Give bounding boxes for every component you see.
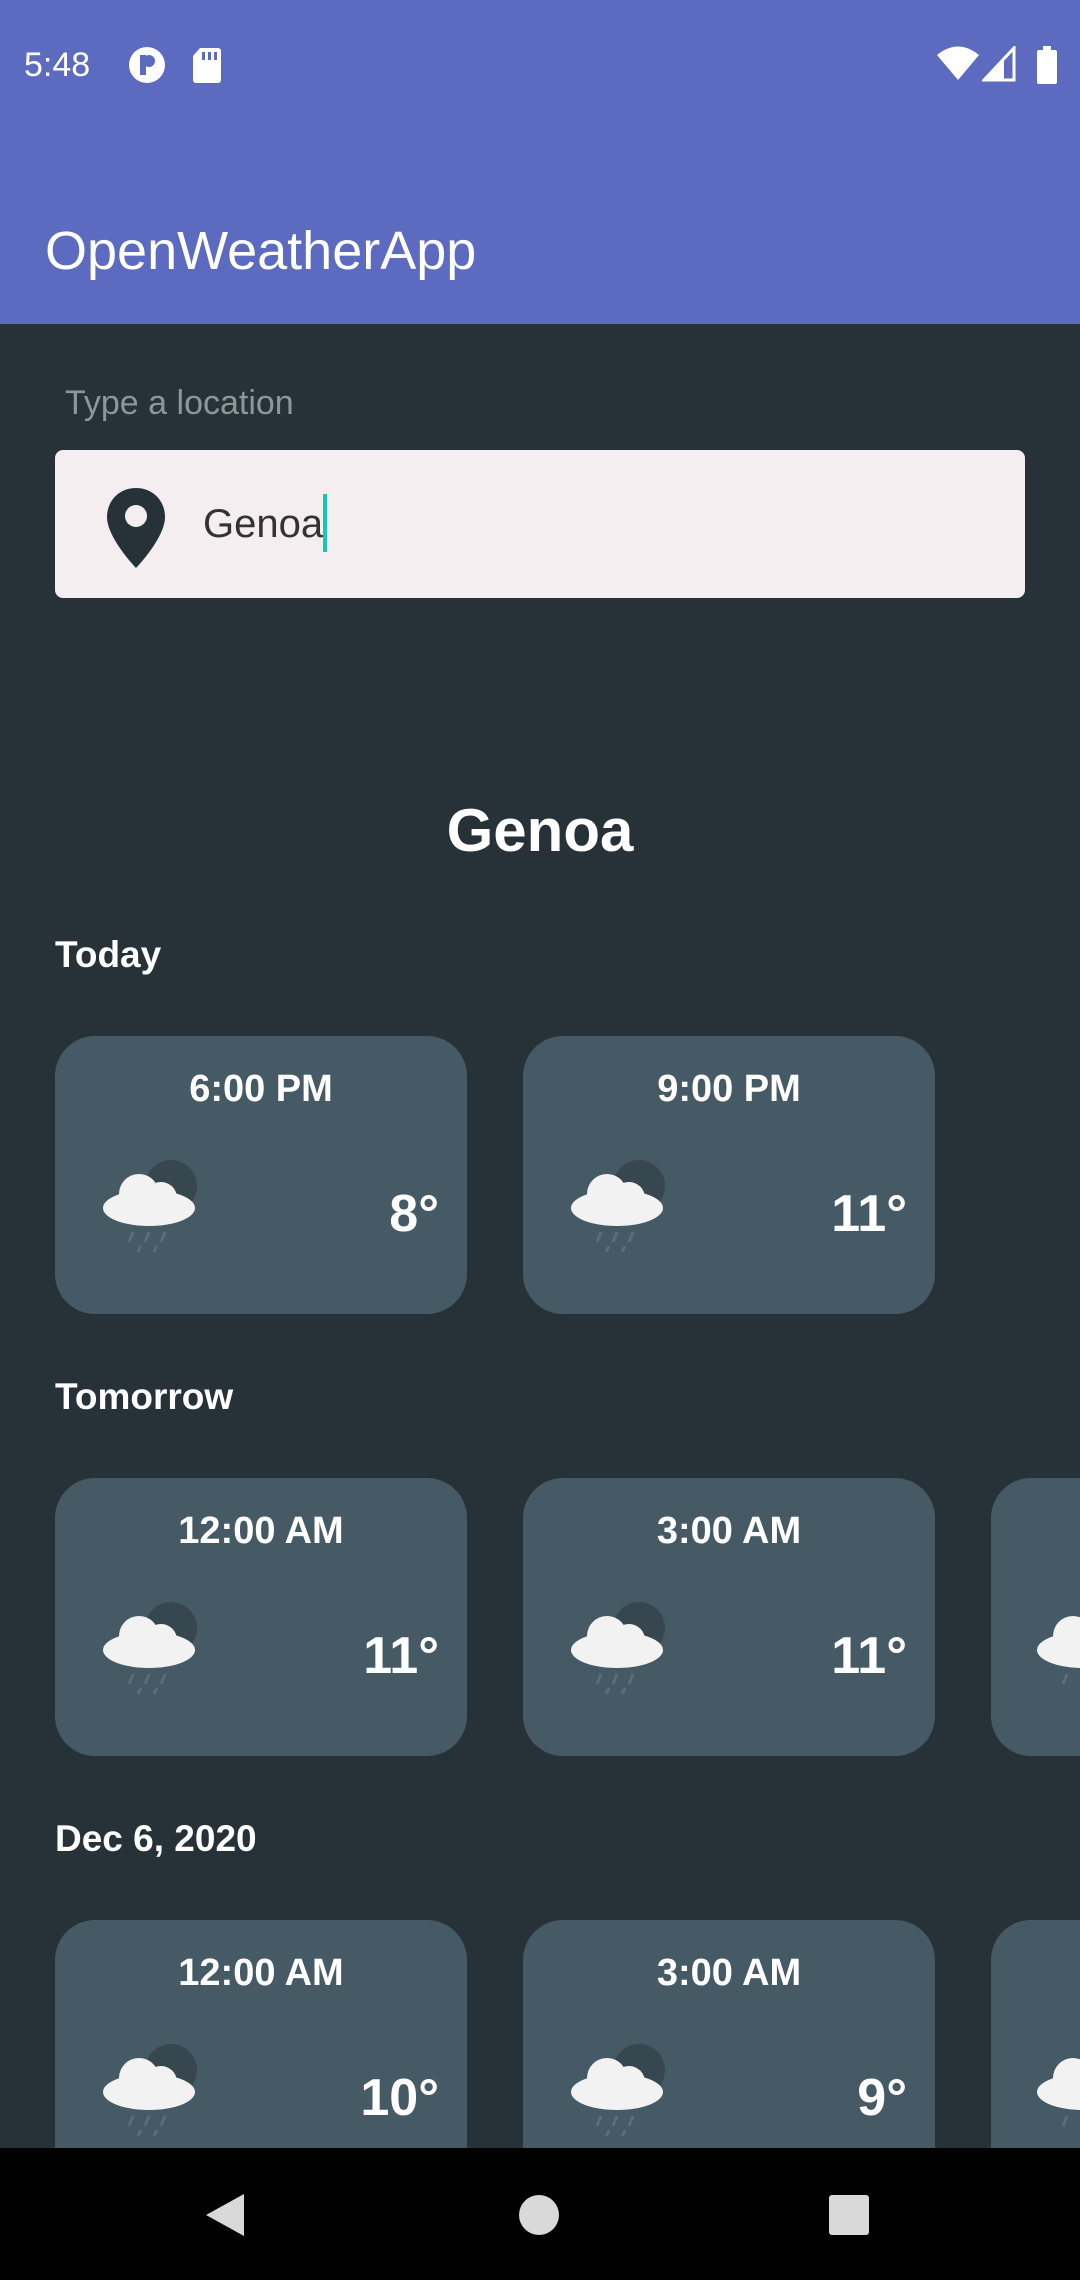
forecast-row-date[interactable]: 12:00 AM 10° 3:00 AM 9° (0, 1920, 1080, 2148)
forecast-temp: 11° (363, 1627, 439, 1685)
location-pin-icon (107, 488, 165, 568)
forecast-card[interactable]: 9:00 PM 11° (523, 1036, 935, 1314)
forecast-card[interactable]: 12:00 AM 11° (55, 1478, 467, 1756)
night-rain-cloud-icon (103, 1160, 197, 1253)
app-bar: OpenWeatherApp (0, 136, 1080, 324)
forecast-temp: 11° (831, 1185, 907, 1243)
status-bar: 5:48 (0, 0, 1080, 136)
forecast-time: 12:00 AM (178, 1952, 344, 1994)
night-rain-cloud-icon (103, 2044, 197, 2137)
text-cursor (323, 494, 327, 552)
forecast-temp: 11° (831, 1627, 907, 1685)
forecast-card[interactable]: 3:00 AM 11° (523, 1478, 935, 1756)
forecast-time: 6:00 PM (189, 1068, 333, 1110)
forecast-row-tomorrow[interactable]: 12:00 AM 11° 3:00 AM 11° (0, 1478, 1080, 1758)
night-rain-cloud-icon (571, 2044, 665, 2137)
night-rain-cloud-icon (1037, 2058, 1080, 2127)
forecast-row-today[interactable]: 6:00 PM 8° 9:00 PM 11° (0, 1036, 1080, 1316)
battery-icon (1037, 46, 1057, 84)
home-icon[interactable] (518, 2194, 560, 2236)
search-label: Type a location (65, 384, 294, 422)
navigation-bar (0, 2148, 1080, 2280)
search-input[interactable] (203, 496, 983, 552)
night-rain-cloud-icon (571, 1602, 665, 1695)
forecast-card[interactable]: 3:00 AM 9° (523, 1920, 935, 2148)
night-rain-cloud-icon (103, 1602, 197, 1695)
wifi-icon (937, 46, 979, 80)
forecast-time: 9:00 PM (657, 1068, 801, 1110)
forecast-card[interactable]: 6:00 PM 8° (55, 1036, 467, 1314)
night-rain-cloud-icon (571, 1160, 665, 1253)
forecast-card-partial[interactable] (991, 1920, 1080, 2148)
sd-card-icon (193, 48, 221, 83)
recents-icon[interactable] (828, 2194, 870, 2236)
city-title: Genoa (446, 797, 634, 864)
back-icon[interactable] (204, 2192, 246, 2238)
section-title-today: Today (55, 934, 162, 975)
forecast-temp: 8° (389, 1185, 439, 1243)
search-box[interactable] (55, 450, 1025, 598)
signal-icon (982, 46, 1016, 82)
forecast-time: 3:00 AM (656, 1510, 802, 1552)
forecast-time: 12:00 AM (178, 1510, 344, 1552)
notification-p-icon (129, 47, 165, 83)
forecast-card-partial[interactable] (991, 1478, 1080, 1756)
forecast-temp: 10° (360, 2069, 439, 2127)
night-rain-cloud-icon (1037, 1616, 1080, 1685)
section-title-tomorrow: Tomorrow (55, 1376, 234, 1417)
forecast-time: 3:00 AM (656, 1952, 802, 1994)
section-title-date: Dec 6, 2020 (55, 1818, 257, 1859)
forecast-card[interactable]: 12:00 AM 10° (55, 1920, 467, 2148)
forecast-temp: 9° (857, 2069, 907, 2127)
app-title: OpenWeatherApp (45, 221, 477, 281)
status-time: 5:48 (24, 46, 91, 84)
